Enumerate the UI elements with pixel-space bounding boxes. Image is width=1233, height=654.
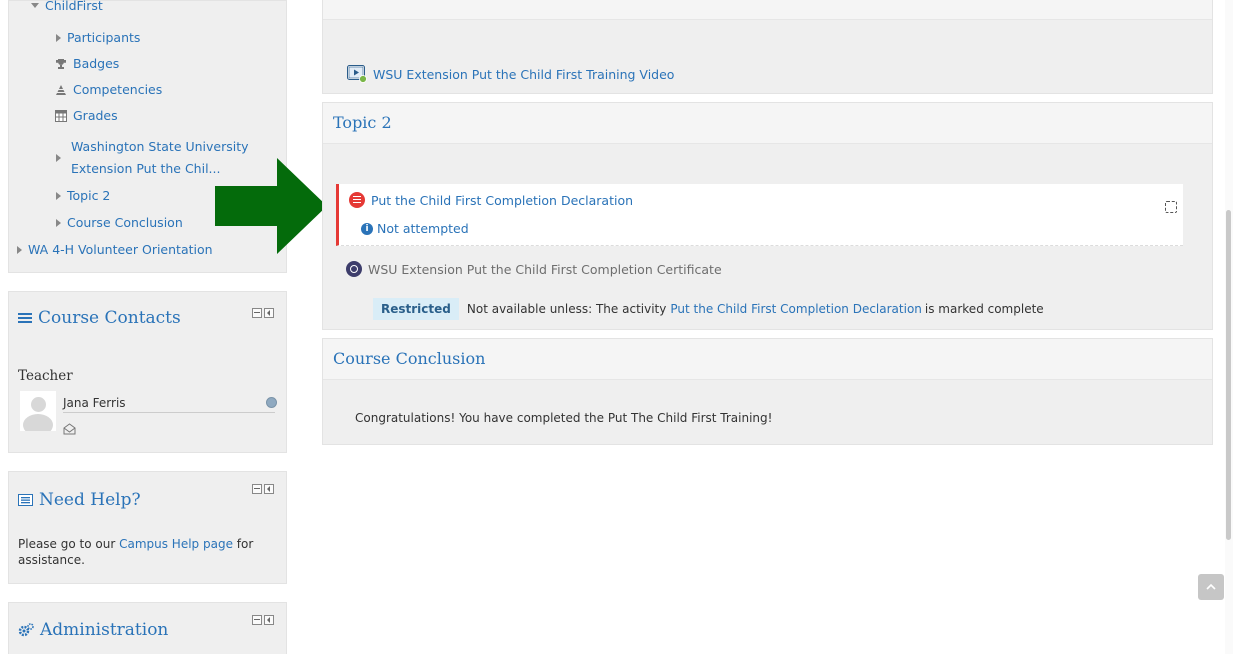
divider bbox=[63, 412, 275, 413]
nav-item-label: Badges bbox=[73, 56, 120, 71]
course-section-topic-2: Topic 2 Put the Child First Completion D… bbox=[322, 102, 1213, 330]
nav-item-label: Grades bbox=[73, 108, 118, 123]
chevron-right-icon bbox=[56, 218, 61, 227]
contact-role: Teacher bbox=[18, 368, 73, 384]
restriction-activity-link[interactable]: Put the Child First Completion Declarati… bbox=[670, 302, 922, 316]
activity-label-dimmed: WSU Extension Put the Child First Comple… bbox=[368, 261, 722, 277]
questionnaire-icon bbox=[349, 192, 365, 208]
section-header bbox=[323, 0, 1212, 20]
block-title-text: Need Help? bbox=[39, 490, 141, 510]
certificate-icon bbox=[346, 261, 362, 277]
grades-table-icon bbox=[55, 109, 67, 122]
activity-training-video[interactable]: WSU Extension Put the Child First Traini… bbox=[347, 65, 674, 83]
nav-item-label: Topic 2 bbox=[67, 188, 111, 203]
cogs-icon bbox=[18, 623, 34, 637]
nav-item-label: WA 4-H Volunteer Orientation bbox=[28, 242, 213, 257]
help-text-before: Please go to our bbox=[18, 537, 120, 551]
course-contacts-block: Course Contacts Teacher Jana Ferris bbox=[8, 291, 287, 453]
activity-status: i Not attempted bbox=[361, 221, 469, 236]
activity-completion-declaration[interactable]: Put the Child First Completion Declarati… bbox=[336, 184, 1183, 246]
administration-block: Administration bbox=[8, 602, 287, 654]
restriction-tail: is marked complete bbox=[924, 302, 1044, 316]
help-text-after: for bbox=[232, 537, 254, 551]
online-status-icon bbox=[266, 397, 277, 408]
nav-item-label: Course Conclusion bbox=[67, 215, 183, 230]
dock-icon[interactable] bbox=[264, 308, 274, 318]
block-title-text: Administration bbox=[40, 620, 169, 640]
restricted-badge: Restricted bbox=[373, 298, 459, 320]
competency-icon bbox=[56, 84, 66, 95]
scrollbar-thumb[interactable] bbox=[1226, 210, 1231, 540]
nav-course-childfirst[interactable]: ChildFirst bbox=[31, 0, 103, 13]
section-header: Topic 2 bbox=[323, 103, 1212, 144]
chevron-right-icon bbox=[56, 191, 61, 200]
dock-icon[interactable] bbox=[264, 615, 274, 625]
chevron-right-icon bbox=[17, 245, 22, 254]
video-resource-icon bbox=[347, 65, 367, 83]
nav-item-label: Participants bbox=[67, 30, 141, 45]
block-controls bbox=[252, 308, 274, 318]
avatar[interactable] bbox=[20, 391, 56, 431]
help-text: Please go to our Campus Help page for as… bbox=[18, 536, 253, 568]
section-title[interactable]: Topic 2 bbox=[333, 113, 392, 132]
course-section-1: WSU Extension Put the Child First Traini… bbox=[322, 0, 1213, 94]
block-title: Need Help? bbox=[18, 490, 141, 510]
nav-item-course-conclusion[interactable]: Course Conclusion bbox=[56, 215, 183, 230]
minimize-icon[interactable] bbox=[252, 484, 262, 494]
green-arrow-icon bbox=[215, 158, 327, 254]
activity-completion-certificate[interactable]: WSU Extension Put the Child First Comple… bbox=[346, 261, 722, 277]
dock-icon[interactable] bbox=[264, 484, 274, 494]
activity-status-text: Not attempted bbox=[377, 221, 469, 236]
nav-item-badges[interactable]: Badges bbox=[55, 56, 119, 71]
conclusion-text: Congratulations! You have completed the … bbox=[355, 411, 773, 425]
restriction-info: Restricted Not available unless: The act… bbox=[373, 298, 1044, 320]
restriction-text: Not available unless: The activity bbox=[466, 302, 667, 316]
nav-item-participants[interactable]: Participants bbox=[56, 30, 140, 45]
block-controls bbox=[252, 484, 274, 494]
nav-course-label: ChildFirst bbox=[45, 0, 103, 13]
nav-item-competencies[interactable]: Competencies bbox=[55, 82, 162, 97]
back-to-top-button[interactable] bbox=[1198, 574, 1224, 600]
section-title[interactable]: Course Conclusion bbox=[333, 349, 485, 368]
block-controls bbox=[252, 615, 274, 625]
activity-link[interactable]: Put the Child First Completion Declarati… bbox=[371, 193, 633, 208]
minimize-icon[interactable] bbox=[252, 615, 262, 625]
help-text-line2: assistance. bbox=[18, 553, 85, 567]
nav-item-topic-2[interactable]: Topic 2 bbox=[56, 188, 110, 203]
nav-item-label: Competencies bbox=[73, 82, 163, 97]
contact-name[interactable]: Jana Ferris bbox=[63, 396, 126, 410]
chevron-right-icon bbox=[56, 154, 61, 162]
course-section-conclusion: Course Conclusion Congratulations! You h… bbox=[322, 338, 1213, 445]
label-line-2: Extension Put the Chil... bbox=[71, 161, 221, 176]
trophy-icon bbox=[56, 58, 66, 69]
activity-row[interactable]: Put the Child First Completion Declarati… bbox=[349, 192, 633, 208]
list-alt-icon bbox=[18, 494, 33, 506]
block-title-text: Course Contacts bbox=[38, 308, 181, 328]
completion-checkbox-icon[interactable] bbox=[1165, 201, 1177, 213]
message-envelope-icon[interactable] bbox=[63, 423, 76, 435]
hamburger-icon bbox=[18, 313, 32, 323]
page-scrollbar[interactable] bbox=[1225, 0, 1233, 654]
activity-link[interactable]: WSU Extension Put the Child First Traini… bbox=[373, 67, 674, 82]
label-line-1: Washington State University bbox=[71, 139, 249, 154]
nav-item-wa-4h-orientation[interactable]: WA 4-H Volunteer Orientation bbox=[17, 242, 213, 257]
nav-item-grades[interactable]: Grades bbox=[55, 108, 118, 123]
campus-help-link[interactable]: Campus Help page bbox=[119, 537, 233, 551]
chevron-down-icon bbox=[31, 3, 39, 8]
chevron-up-icon bbox=[1206, 584, 1216, 590]
chevron-right-icon bbox=[56, 33, 61, 42]
section-header: Course Conclusion bbox=[323, 339, 1212, 380]
block-title: Administration bbox=[18, 620, 168, 640]
info-circle-icon: i bbox=[361, 222, 373, 235]
minimize-icon[interactable] bbox=[252, 308, 262, 318]
need-help-block: Need Help? Please go to our Campus Help … bbox=[8, 471, 287, 584]
block-title: Course Contacts bbox=[18, 308, 181, 328]
